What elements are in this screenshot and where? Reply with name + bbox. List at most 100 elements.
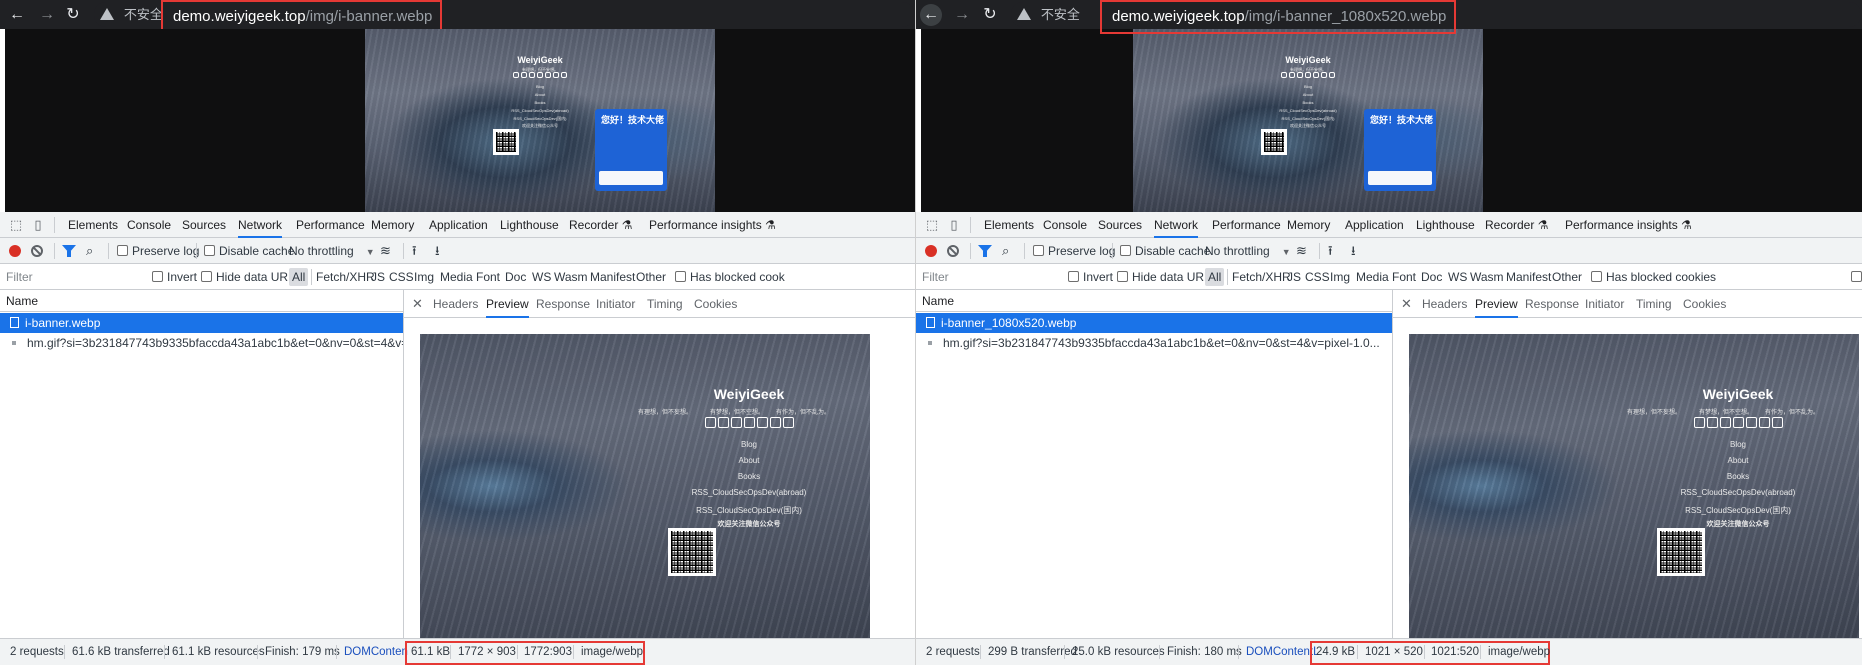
tab-sources[interactable]: Sources <box>182 212 226 238</box>
tab-cookies[interactable]: Cookies <box>1683 290 1726 318</box>
disable-cache-checkbox[interactable]: Disable cache <box>204 238 294 264</box>
tab-sources[interactable]: Sources <box>1098 212 1142 238</box>
export-har-icon[interactable]: ⭳ <box>1351 238 1356 264</box>
tab-performance[interactable]: Performance <box>296 212 365 238</box>
tab-initiator[interactable]: Initiator <box>596 290 635 318</box>
tab-recorder[interactable]: Recorder ⚗ <box>569 212 632 238</box>
tab-response[interactable]: Response <box>536 290 590 318</box>
forward-icon[interactable]: → <box>36 4 58 26</box>
tab-network[interactable]: Network <box>238 212 283 238</box>
filter-type-other[interactable]: Other <box>1552 264 1582 290</box>
filter-type-fetch-xhr[interactable]: Fetch/XHR <box>316 264 375 290</box>
filter-type-fetch-xhr[interactable]: Fetch/XHR <box>1232 264 1291 290</box>
table-row[interactable]: i-banner_1080x520.webp <box>916 313 1392 333</box>
inspect-element-icon[interactable]: ⬚ <box>924 217 940 233</box>
close-icon[interactable]: ✕ <box>412 296 423 312</box>
tab-timing[interactable]: Timing <box>1636 290 1672 318</box>
reload-icon[interactable]: ↻ <box>979 4 1001 26</box>
tab-headers[interactable]: Headers <box>433 290 478 318</box>
filter-type-wasm[interactable]: Wasm <box>554 264 588 290</box>
throttling-select[interactable]: No throttling ▼ <box>289 238 375 264</box>
chat-popup[interactable]: × 您好！技术大佬 <box>595 109 667 191</box>
tab-timing[interactable]: Timing <box>647 290 683 318</box>
tab-elements[interactable]: Elements <box>68 212 118 238</box>
tab-performance-insights[interactable]: Performance insights ⚗ <box>1565 212 1692 238</box>
tab-memory[interactable]: Memory <box>371 212 414 238</box>
filter-icon[interactable] <box>978 245 992 257</box>
filter-type-css[interactable]: CSS <box>1305 264 1330 290</box>
filter-type-doc[interactable]: Doc <box>505 264 526 290</box>
tab-lighthouse[interactable]: Lighthouse <box>500 212 559 238</box>
forward-icon[interactable]: → <box>951 4 973 26</box>
tab-console[interactable]: Console <box>1043 212 1087 238</box>
tab-memory[interactable]: Memory <box>1287 212 1330 238</box>
back-icon[interactable]: ← <box>920 4 942 26</box>
table-row[interactable]: hm.gif?si=3b231847743b9335bfaccda43a1abc… <box>0 333 403 353</box>
filter-type-font[interactable]: Font <box>476 264 500 290</box>
popup-input[interactable] <box>599 171 663 185</box>
tab-performance-insights[interactable]: Performance insights ⚗ <box>649 212 776 238</box>
name-column-header[interactable]: Name <box>0 290 403 312</box>
export-har-icon[interactable]: ⭳ <box>435 238 440 264</box>
clear-icon[interactable] <box>947 245 959 257</box>
table-row[interactable]: hm.gif?si=3b231847743b9335bfaccda43a1abc… <box>916 333 1392 353</box>
filter-icon[interactable] <box>62 245 76 257</box>
filter-type-media[interactable]: Media <box>1356 264 1389 290</box>
filter-type-img[interactable]: Img <box>414 264 434 290</box>
table-row[interactable]: i-banner.webp <box>0 313 403 333</box>
filter-type-other[interactable]: Other <box>636 264 666 290</box>
filter-type-wasm[interactable]: Wasm <box>1470 264 1504 290</box>
tab-elements[interactable]: Elements <box>984 212 1034 238</box>
banner-link-about[interactable]: About <box>365 92 715 97</box>
popup-input[interactable] <box>1368 171 1432 185</box>
tab-lighthouse[interactable]: Lighthouse <box>1416 212 1475 238</box>
disable-cache-checkbox[interactable]: Disable cache <box>1120 238 1210 264</box>
tab-preview[interactable]: Preview <box>1475 290 1518 318</box>
invert-checkbox[interactable]: Invert <box>1068 264 1113 290</box>
banner-link-blog[interactable]: Blog <box>365 84 715 89</box>
filter-type-all[interactable]: All <box>289 268 309 286</box>
tab-console[interactable]: Console <box>127 212 171 238</box>
network-conditions-icon[interactable]: ≋ <box>380 238 391 264</box>
hide-data-urls-checkbox[interactable]: Hide data URLs <box>201 264 301 290</box>
device-toolbar-icon[interactable]: ▯ <box>30 217 46 233</box>
banner-link-books[interactable]: Books <box>365 100 715 105</box>
filter-type-manifest[interactable]: Manifest <box>1506 264 1551 290</box>
filter-type-manifest[interactable]: Manifest <box>590 264 635 290</box>
url-highlight-box-right[interactable]: demo.weiyigeek.top/img/i-banner_1080x520… <box>1100 0 1457 34</box>
preserve-log-checkbox[interactable]: Preserve log <box>117 238 199 264</box>
filter-input[interactable]: Filter <box>6 268 170 286</box>
tab-application[interactable]: Application <box>1345 212 1404 238</box>
inspect-element-icon[interactable]: ⬚ <box>8 217 24 233</box>
import-har-icon[interactable]: ⭱ <box>1328 238 1333 264</box>
record-button[interactable] <box>925 245 937 257</box>
name-column-header[interactable]: Name <box>916 290 1392 312</box>
tab-network[interactable]: Network <box>1154 212 1199 238</box>
filter-type-ws[interactable]: WS <box>1448 264 1467 290</box>
has-blocked-cookies-checkbox[interactable]: Has blocked cookies <box>1591 264 1716 290</box>
more-options-checkbox[interactable] <box>1851 264 1862 290</box>
tab-response[interactable]: Response <box>1525 290 1579 318</box>
filter-type-js[interactable]: JS <box>1287 264 1301 290</box>
tab-initiator[interactable]: Initiator <box>1585 290 1624 318</box>
tab-cookies[interactable]: Cookies <box>694 290 737 318</box>
search-icon[interactable]: ⌕ <box>86 238 93 264</box>
filter-type-doc[interactable]: Doc <box>1421 264 1442 290</box>
device-toolbar-icon[interactable]: ▯ <box>946 217 962 233</box>
close-icon[interactable]: ✕ <box>1401 296 1412 312</box>
banner-link-books[interactable]: Books <box>1133 100 1483 105</box>
filter-type-all[interactable]: All <box>1205 268 1225 286</box>
search-icon[interactable]: ⌕ <box>1002 238 1009 264</box>
chat-popup[interactable]: × 您好！技术大佬 <box>1364 109 1436 191</box>
tab-preview[interactable]: Preview <box>486 290 529 318</box>
preserve-log-checkbox[interactable]: Preserve log <box>1033 238 1115 264</box>
clear-icon[interactable] <box>31 245 43 257</box>
filter-type-ws[interactable]: WS <box>532 264 551 290</box>
reload-icon[interactable]: ↻ <box>62 4 84 26</box>
filter-type-img[interactable]: Img <box>1330 264 1350 290</box>
import-har-icon[interactable]: ⭱ <box>412 238 417 264</box>
invert-checkbox[interactable]: Invert <box>152 264 197 290</box>
filter-input[interactable]: Filter <box>922 268 1086 286</box>
has-blocked-cookies-checkbox[interactable]: Has blocked cook <box>675 264 785 290</box>
banner-link-about[interactable]: About <box>1133 92 1483 97</box>
